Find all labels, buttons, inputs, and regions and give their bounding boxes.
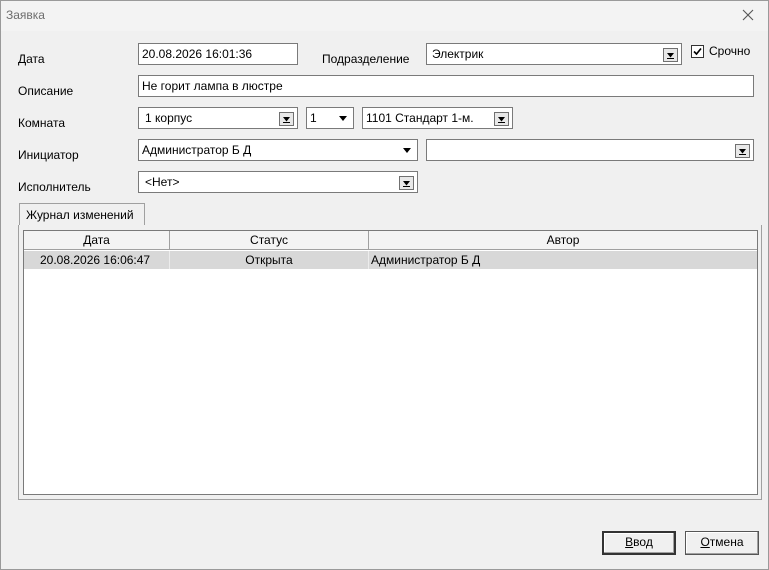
close-icon [742,9,754,21]
initiator-extra-combo[interactable] [426,139,754,161]
floor-value: 1 [310,111,317,125]
row-author: Администратор Б Д [371,253,481,267]
ok-button[interactable]: Ввод [602,531,676,555]
tab-change-log[interactable]: Журнал изменений [19,203,145,226]
floor-combo[interactable]: 1 [306,107,354,129]
division-dropdown-button[interactable] [663,48,678,62]
grid-header: Дата Статус Автор [24,231,757,250]
date-label: Дата [18,52,45,66]
column-header-status[interactable]: Статус [170,231,369,250]
building-combo[interactable]: 1 корпус [138,107,298,129]
division-value: Электрик [432,47,484,61]
tab-change-log-label: Журнал изменений [26,208,134,222]
description-field[interactable]: Не горит лампа в люстре [138,75,754,97]
division-combo[interactable]: Электрик [426,43,682,65]
executor-value: <Нет> [145,175,180,189]
chevron-down-icon [339,116,347,121]
checkmark-icon [693,47,702,56]
table-row[interactable]: 20.08.2026 16:06:47 Открыта Администрато… [24,251,757,269]
initiator-extra-dropdown-button[interactable] [735,144,750,158]
row-status: Открыта [170,251,369,269]
room-value: 1101 Стандарт 1-м. [366,111,474,125]
initiator-dropdown-button[interactable] [398,142,416,159]
urgent-checkbox[interactable] [691,45,704,58]
journal-grid: Дата Статус Автор 20.08.2026 16:06:47 От… [23,230,758,495]
initiator-label: Инициатор [18,148,79,162]
floor-dropdown-button[interactable] [334,110,352,127]
chevron-down-icon [667,52,674,59]
division-label: Подразделение [322,52,410,66]
window-title: Заявка [6,8,45,22]
executor-label: Исполнитель [18,180,91,194]
cancel-button[interactable]: Отмена [685,531,759,555]
cancel-button-accel: О [700,535,710,549]
chevron-down-icon [283,116,290,123]
executor-combo[interactable]: <Нет> [138,171,418,193]
initiator-combo[interactable]: Администратор Б Д [138,139,418,161]
title-bar: Заявка [1,1,768,31]
dialog-window: Заявка Дата 20.08.2026 16:01:36 Подразде… [0,0,769,570]
column-header-author[interactable]: Автор [369,231,757,250]
close-button[interactable] [728,1,768,29]
chevron-down-icon [403,148,411,153]
room-dropdown-button[interactable] [494,112,509,126]
ok-button-label: вод [633,535,653,549]
building-value: 1 корпус [145,111,193,125]
description-label: Описание [18,84,74,98]
room-label: Комната [18,116,65,130]
chevron-down-icon [403,180,410,187]
description-value: Не горит лампа в люстре [142,79,283,93]
initiator-value: Администратор Б Д [142,143,252,157]
ok-button-accel: В [625,535,634,549]
column-header-date[interactable]: Дата [24,231,170,250]
executor-dropdown-button[interactable] [399,176,414,190]
building-dropdown-button[interactable] [279,112,294,126]
date-value: 20.08.2026 16:01:36 [142,47,253,61]
cancel-button-label: тмена [709,535,744,549]
chevron-down-icon [739,148,746,155]
chevron-down-icon [498,116,505,123]
urgent-label: Срочно [709,44,751,58]
room-combo[interactable]: 1101 Стандарт 1-м. [362,107,513,129]
date-field[interactable]: 20.08.2026 16:01:36 [138,43,298,65]
row-date: 20.08.2026 16:06:47 [24,251,170,269]
